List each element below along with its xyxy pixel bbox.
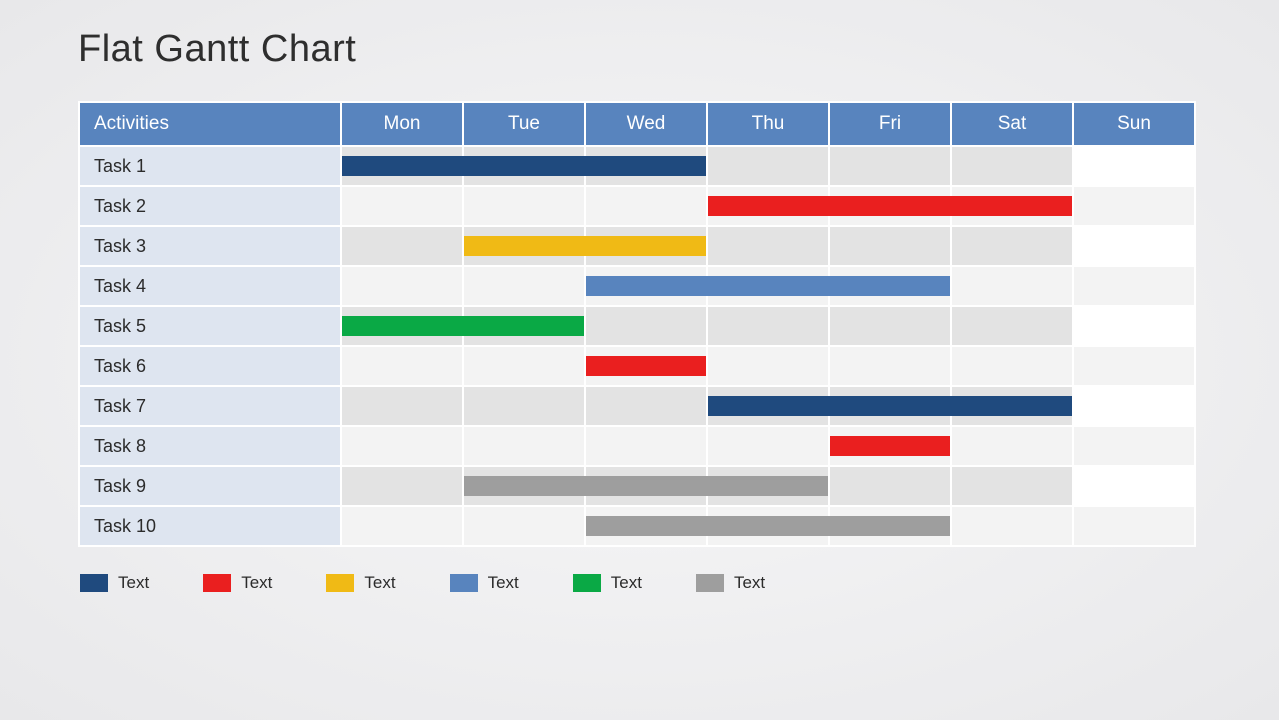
- legend-swatch-icon: [696, 574, 724, 592]
- col-wed: Wed: [585, 102, 707, 146]
- gantt-bar: [342, 316, 464, 336]
- task-label: Task 4: [79, 266, 341, 306]
- gantt-bar: [830, 276, 950, 296]
- table-row: Task 2: [79, 186, 1195, 226]
- gantt-bar: [586, 356, 706, 376]
- legend-label: Text: [734, 573, 765, 593]
- gantt-bar: [952, 196, 1072, 216]
- legend-label: Text: [488, 573, 519, 593]
- gantt-bar: [830, 516, 950, 536]
- gantt-bar: [708, 476, 828, 496]
- gantt-bar: [464, 156, 586, 176]
- legend-label: Text: [118, 573, 149, 593]
- legend-label: Text: [364, 573, 395, 593]
- table-row: Task 10: [79, 506, 1195, 546]
- gantt-bar: [464, 316, 584, 336]
- task-label: Task 3: [79, 226, 341, 266]
- task-label: Task 1: [79, 146, 341, 186]
- gantt-bar: [342, 156, 464, 176]
- gantt-bar: [952, 396, 1072, 416]
- table-row: Task 8: [79, 426, 1195, 466]
- task-label: Task 6: [79, 346, 341, 386]
- table-row: Task 4: [79, 266, 1195, 306]
- gantt-bar: [708, 276, 830, 296]
- gantt-bar: [586, 276, 708, 296]
- gantt-bar: [830, 396, 952, 416]
- table-row: Task 3: [79, 226, 1195, 266]
- gantt-bar: [464, 236, 586, 256]
- legend-swatch-icon: [326, 574, 354, 592]
- gantt-bar: [586, 516, 708, 536]
- col-thu: Thu: [707, 102, 829, 146]
- gantt-bar: [586, 476, 708, 496]
- task-label: Task 2: [79, 186, 341, 226]
- task-label: Task 9: [79, 466, 341, 506]
- gantt-header-row: Activities Mon Tue Wed Thu Fri Sat Sun: [79, 102, 1195, 146]
- col-tue: Tue: [463, 102, 585, 146]
- gantt-bar: [708, 396, 830, 416]
- legend-item: Text: [573, 573, 642, 593]
- table-row: Task 9: [79, 466, 1195, 506]
- gantt-bar: [830, 196, 952, 216]
- table-row: Task 1: [79, 146, 1195, 186]
- legend-swatch-icon: [573, 574, 601, 592]
- table-row: Task 6: [79, 346, 1195, 386]
- table-row: Task 5: [79, 306, 1195, 346]
- legend-item: Text: [80, 573, 149, 593]
- legend-swatch-icon: [450, 574, 478, 592]
- task-label: Task 5: [79, 306, 341, 346]
- col-mon: Mon: [341, 102, 463, 146]
- task-label: Task 10: [79, 506, 341, 546]
- col-fri: Fri: [829, 102, 951, 146]
- col-activities: Activities: [79, 102, 341, 146]
- gantt-bar: [830, 436, 950, 456]
- gantt-bar: [586, 156, 706, 176]
- task-label: Task 8: [79, 426, 341, 466]
- legend-item: Text: [696, 573, 765, 593]
- gantt-bar: [586, 236, 706, 256]
- col-sun: Sun: [1073, 102, 1195, 146]
- task-label: Task 7: [79, 386, 341, 426]
- gantt-bar: [708, 516, 830, 536]
- legend-swatch-icon: [203, 574, 231, 592]
- col-sat: Sat: [951, 102, 1073, 146]
- legend-item: Text: [203, 573, 272, 593]
- gantt-bar: [464, 476, 586, 496]
- legend-item: Text: [450, 573, 519, 593]
- page-title: Flat Gantt Chart: [78, 28, 1219, 71]
- legend-label: Text: [611, 573, 642, 593]
- legend-item: Text: [326, 573, 395, 593]
- gantt-bar: [708, 196, 830, 216]
- legend-label: Text: [241, 573, 272, 593]
- legend-swatch-icon: [80, 574, 108, 592]
- table-row: Task 7: [79, 386, 1195, 426]
- legend: Text Text Text Text Text Text: [78, 573, 1219, 593]
- gantt-table: Activities Mon Tue Wed Thu Fri Sat Sun T…: [78, 101, 1196, 547]
